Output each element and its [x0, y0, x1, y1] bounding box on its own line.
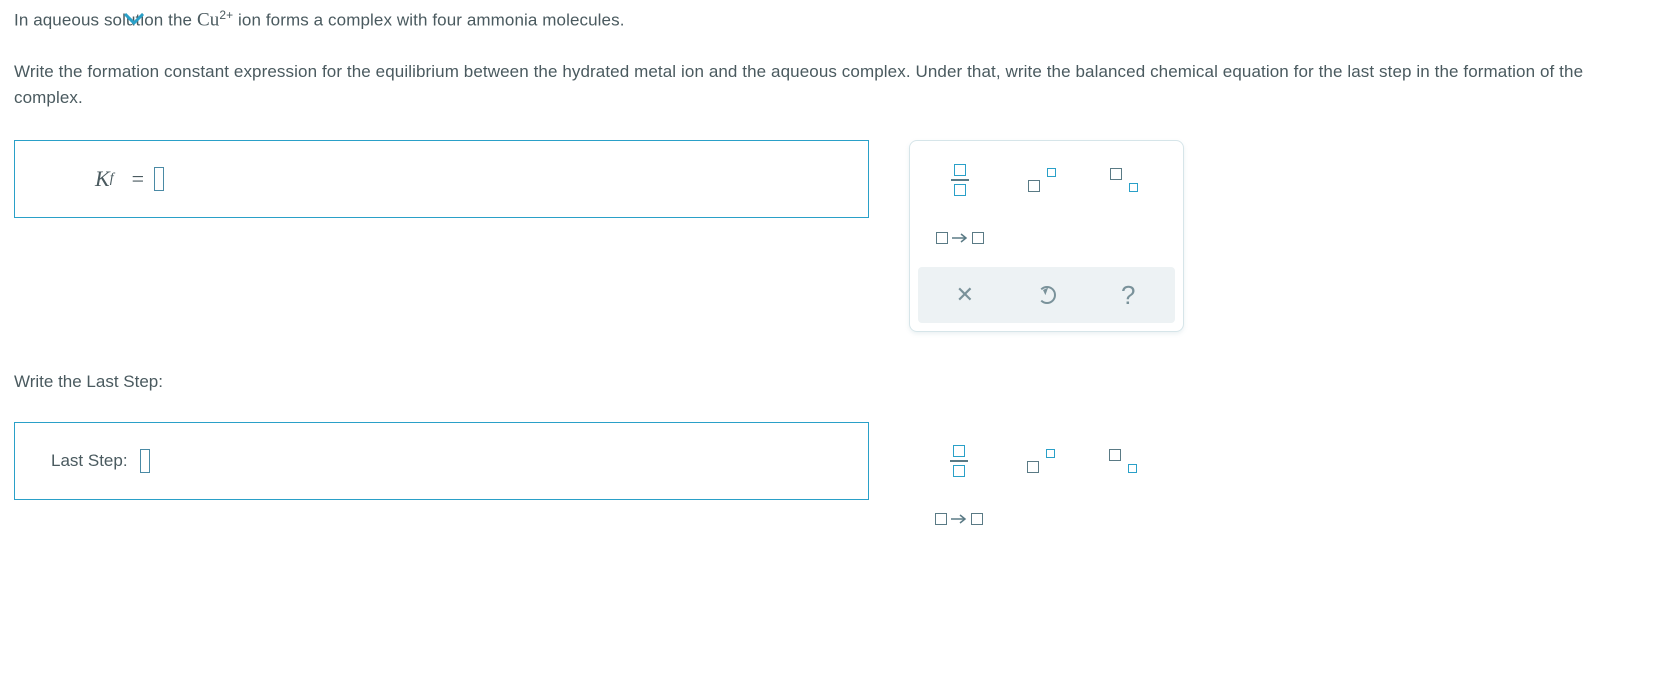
subscript-button[interactable]: [1088, 159, 1160, 201]
last-step-heading: Write the Last Step:: [14, 372, 1645, 392]
subscript-button[interactable]: [1087, 440, 1159, 482]
fraction-button[interactable]: [924, 159, 996, 201]
help-button[interactable]: ?: [1087, 273, 1169, 317]
input-cursor-icon: [140, 449, 150, 473]
equals-sign: =: [132, 166, 144, 192]
kf-answer-input[interactable]: Kf =: [14, 140, 869, 218]
reset-button[interactable]: [1006, 273, 1088, 317]
chem-symbol: Cu: [197, 10, 219, 31]
kf-subscript: f: [110, 171, 114, 187]
collapse-caret-icon[interactable]: [122, 2, 146, 34]
kf-symbol: K: [95, 166, 110, 192]
clear-button[interactable]: ✕: [924, 273, 1006, 317]
question-text: In aqueous solution the Cu2+ ion forms a…: [14, 6, 1645, 35]
equation-toolbox: [909, 422, 1184, 556]
reaction-arrow-button[interactable]: [923, 498, 995, 540]
chem-charge: 2+: [219, 8, 233, 22]
text-fragment: In aqueous solution the: [14, 11, 197, 30]
fraction-button[interactable]: [923, 440, 995, 482]
equation-toolbox: ✕ ?: [909, 140, 1184, 332]
text-fragment: ion forms a complex with four ammonia mo…: [233, 11, 624, 30]
superscript-button[interactable]: [1005, 440, 1077, 482]
input-cursor-icon: [154, 167, 164, 191]
last-step-answer-input[interactable]: Last Step:: [14, 422, 869, 500]
reaction-arrow-button[interactable]: [924, 217, 996, 259]
question-instructions: Write the formation constant expression …: [14, 59, 1645, 110]
last-step-label: Last Step:: [51, 451, 128, 471]
superscript-button[interactable]: [1006, 159, 1078, 201]
